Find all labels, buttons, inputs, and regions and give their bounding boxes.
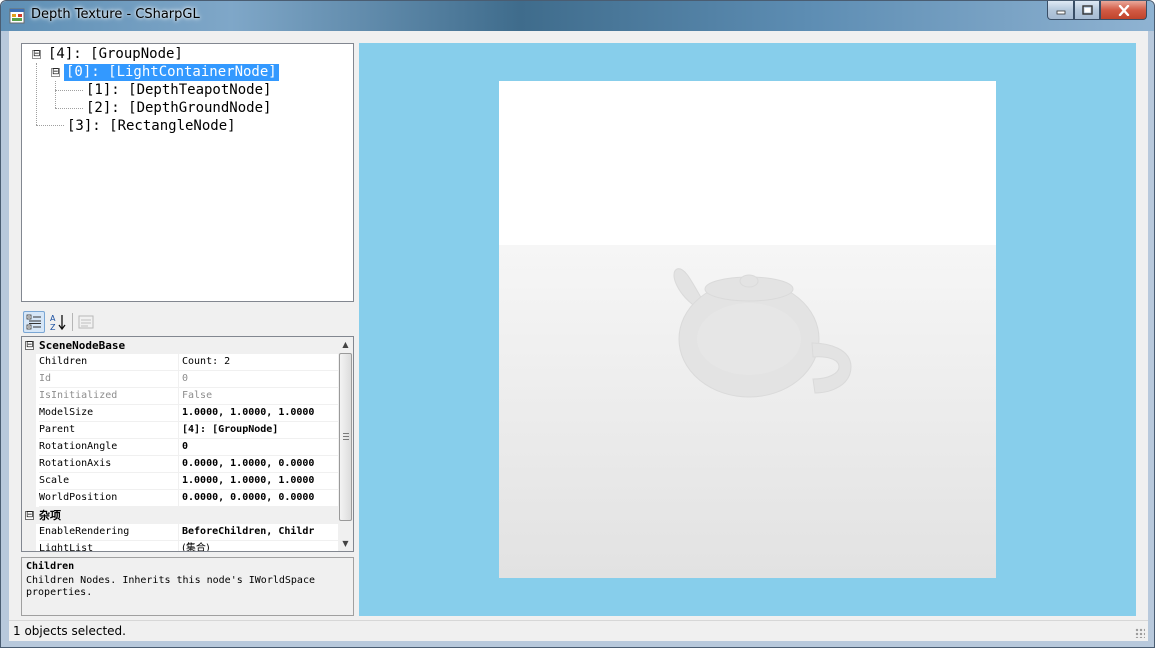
minimize-button[interactable] bbox=[1047, 1, 1074, 20]
app-icon bbox=[9, 8, 25, 24]
alphabetical-button[interactable]: A Z bbox=[47, 311, 69, 333]
tree-node-depthgroundnode[interactable]: [2]: [DepthGroundNode] bbox=[86, 100, 271, 117]
property-value[interactable]: [4]: [GroupNode] bbox=[179, 422, 338, 439]
help-title: Children bbox=[26, 561, 75, 572]
property-value[interactable]: 0.0000, 0.0000, 0.0000 bbox=[179, 490, 338, 507]
property-value[interactable]: 0 bbox=[179, 371, 338, 388]
status-text: 1 objects selected. bbox=[13, 624, 126, 638]
tree-line bbox=[55, 108, 83, 109]
property-name: EnableRendering bbox=[39, 524, 179, 541]
collapse-icon[interactable]: ⊟ bbox=[51, 68, 60, 77]
tree-line bbox=[36, 125, 64, 126]
property-value[interactable]: False bbox=[179, 388, 338, 405]
collapse-icon[interactable]: ⊟ bbox=[25, 341, 34, 350]
minimize-icon bbox=[1056, 10, 1065, 15]
category-label: SceneNodeBase bbox=[39, 339, 126, 352]
property-name: IsInitialized bbox=[39, 388, 179, 405]
property-row-rotationaxis[interactable]: RotationAxis 0.0000, 1.0000, 0.0000 bbox=[22, 456, 338, 473]
row-margin bbox=[22, 354, 36, 371]
client-area: ⊟ [4]: [GroupNode] ⊟ [0]: [LightContaine… bbox=[9, 31, 1148, 641]
grip-icon bbox=[343, 433, 349, 440]
property-name: RotationAngle bbox=[39, 439, 179, 456]
category-label: 杂项 bbox=[39, 509, 61, 522]
tree-node-groupnode[interactable]: [4]: [GroupNode] bbox=[48, 46, 183, 63]
categorized-icon bbox=[26, 314, 41, 330]
svg-text:A: A bbox=[50, 314, 56, 323]
close-button[interactable] bbox=[1100, 1, 1147, 20]
collapse-icon[interactable]: ⊟ bbox=[25, 511, 34, 520]
category-scenenodebase[interactable]: ⊟ SceneNodeBase bbox=[22, 337, 338, 354]
property-value[interactable]: Count: 2 bbox=[179, 354, 338, 371]
row-margin bbox=[22, 490, 36, 507]
maximize-icon bbox=[1081, 5, 1093, 15]
row-margin bbox=[22, 388, 36, 405]
scrollbar-thumb[interactable] bbox=[339, 353, 352, 521]
property-name: Id bbox=[39, 371, 179, 388]
gl-viewport[interactable] bbox=[359, 43, 1136, 616]
property-value[interactable]: 1.0000, 1.0000, 1.0000 bbox=[179, 405, 338, 422]
categorized-button[interactable] bbox=[23, 311, 45, 333]
close-icon bbox=[1118, 4, 1129, 16]
property-row-id[interactable]: Id 0 bbox=[22, 371, 338, 388]
property-row-parent[interactable]: Parent [4]: [GroupNode] bbox=[22, 422, 338, 439]
property-name: ModelSize bbox=[39, 405, 179, 422]
tree-node-rectanglenode[interactable]: [3]: [RectangleNode] bbox=[67, 118, 236, 135]
row-margin bbox=[22, 473, 36, 490]
property-value[interactable]: 0.0000, 1.0000, 0.0000 bbox=[179, 456, 338, 473]
property-value[interactable]: BeforeChildren, Childr bbox=[179, 524, 338, 541]
help-description: Children Nodes. Inherits this node's IWo… bbox=[26, 575, 315, 598]
app-window: Depth Texture - CSharpGL ⊟ [4]: [GroupNo… bbox=[0, 0, 1155, 648]
scroll-down-icon[interactable]: ▼ bbox=[338, 536, 353, 551]
property-value[interactable]: 1.0000, 1.0000, 1.0000 bbox=[179, 473, 338, 490]
tree-node-depthteapotnode[interactable]: [1]: [DepthTeapotNode] bbox=[86, 82, 271, 99]
property-pages-button[interactable] bbox=[75, 311, 97, 333]
property-name: WorldPosition bbox=[39, 490, 179, 507]
property-row-rotationangle[interactable]: RotationAngle 0 bbox=[22, 439, 338, 456]
property-name: Scale bbox=[39, 473, 179, 490]
property-row-worldposition[interactable]: WorldPosition 0.0000, 0.0000, 0.0000 bbox=[22, 490, 338, 507]
depth-texture-render bbox=[499, 81, 996, 578]
row-margin bbox=[22, 405, 36, 422]
row-margin bbox=[22, 541, 36, 551]
collapse-icon[interactable]: ⊟ bbox=[32, 50, 41, 59]
status-bar: 1 objects selected. bbox=[9, 620, 1148, 641]
tree-line bbox=[36, 63, 37, 125]
toolbar-separator bbox=[72, 313, 73, 331]
property-pages-icon bbox=[78, 315, 94, 329]
property-value[interactable]: (集合) bbox=[179, 541, 338, 551]
scroll-up-icon[interactable]: ▲ bbox=[338, 337, 353, 352]
title-bar[interactable]: Depth Texture - CSharpGL bbox=[1, 1, 1154, 31]
maximize-button[interactable] bbox=[1074, 1, 1100, 20]
property-row-modelsize[interactable]: ModelSize 1.0000, 1.0000, 1.0000 bbox=[22, 405, 338, 422]
property-row-scale[interactable]: Scale 1.0000, 1.0000, 1.0000 bbox=[22, 473, 338, 490]
property-grid[interactable]: ⊟ SceneNodeBase Children Count: 2 Id 0 I… bbox=[21, 336, 354, 552]
scene-tree-view[interactable]: ⊟ [4]: [GroupNode] ⊟ [0]: [LightContaine… bbox=[21, 43, 354, 302]
alphabetical-icon: A Z bbox=[50, 314, 66, 331]
property-grid-toolbar: A Z bbox=[21, 309, 354, 335]
tree-line bbox=[55, 90, 83, 91]
property-name: Children bbox=[39, 354, 179, 371]
property-row-children[interactable]: Children Count: 2 bbox=[22, 354, 338, 371]
svg-text:Z: Z bbox=[50, 323, 56, 331]
teapot-silhouette bbox=[673, 268, 852, 398]
row-margin bbox=[22, 422, 36, 439]
property-row-enablerendering[interactable]: EnableRendering BeforeChildren, Childr bbox=[22, 524, 338, 541]
property-value[interactable]: 0 bbox=[179, 439, 338, 456]
resize-grip-icon[interactable] bbox=[1135, 628, 1145, 638]
row-margin bbox=[22, 371, 36, 388]
property-row-lightlist[interactable]: LightList (集合) bbox=[22, 541, 338, 551]
property-name: LightList bbox=[39, 541, 179, 551]
property-row-isinitialized[interactable]: IsInitialized False bbox=[22, 388, 338, 405]
property-name: RotationAxis bbox=[39, 456, 179, 473]
window-title: Depth Texture - CSharpGL bbox=[31, 7, 200, 22]
property-grid-scrollbar[interactable]: ▲ ▼ bbox=[338, 337, 353, 551]
property-name: Parent bbox=[39, 422, 179, 439]
row-margin bbox=[22, 439, 36, 456]
row-margin bbox=[22, 456, 36, 473]
row-margin bbox=[22, 524, 36, 541]
tree-line bbox=[55, 81, 56, 108]
property-help-panel: Children Children Nodes. Inherits this n… bbox=[21, 557, 354, 616]
category-misc[interactable]: ⊟ 杂项 bbox=[22, 507, 338, 524]
tree-node-lightcontainernode[interactable]: [0]: [LightContainerNode] bbox=[63, 63, 280, 82]
